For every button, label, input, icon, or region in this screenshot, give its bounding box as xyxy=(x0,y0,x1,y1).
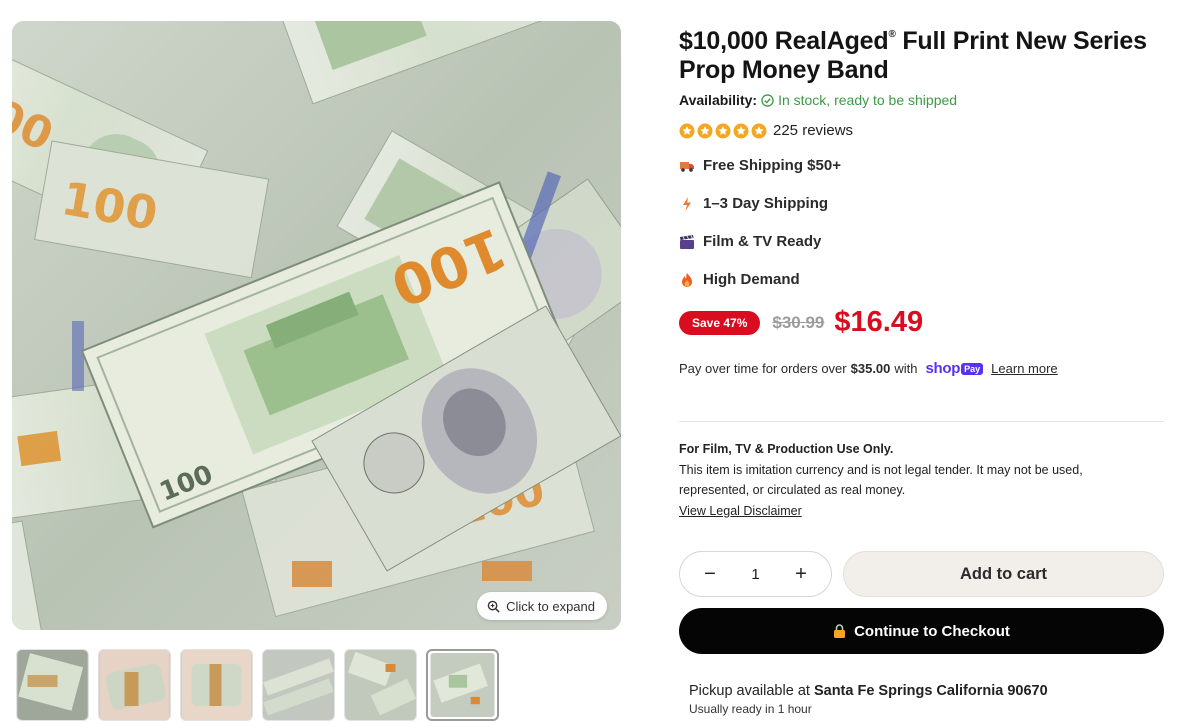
zoom-icon xyxy=(487,600,500,613)
feature-film-tv: Film & TV Ready xyxy=(679,233,821,250)
quantity-value[interactable]: 1 xyxy=(751,566,759,583)
decrease-quantity-button[interactable]: − xyxy=(700,564,720,584)
pickup-location: Santa Fe Springs California 90670 xyxy=(813,683,1048,699)
thumbnail-image xyxy=(181,650,252,720)
thumbnail-image xyxy=(17,650,88,720)
sale-price: $16.49 xyxy=(834,306,924,338)
thumbnail-image xyxy=(345,650,416,720)
lightning-icon xyxy=(683,196,691,211)
expand-image-button[interactable]: Click to expand xyxy=(477,592,607,620)
rating[interactable]: 225 reviews xyxy=(679,122,853,139)
money-pile-image: 100 100 100 100 xyxy=(12,21,621,630)
checkout-button[interactable]: Continue to Checkout xyxy=(679,608,1164,654)
availability: Availability: In stock, ready to be ship… xyxy=(679,92,957,108)
thumbnail-3[interactable] xyxy=(180,649,253,721)
thumbnail-image xyxy=(99,650,170,720)
registered-mark: ® xyxy=(888,29,896,40)
feature-label: High Demand xyxy=(703,271,800,288)
thumbnail-image xyxy=(430,653,495,717)
fire-icon xyxy=(682,272,692,287)
save-badge: Save 47% xyxy=(679,310,761,335)
feature-high-demand: High Demand xyxy=(679,271,800,288)
thumbnail-4[interactable] xyxy=(262,649,335,721)
star-icon xyxy=(733,123,749,138)
installments-suffix: with xyxy=(894,361,918,376)
view-disclaimer-link[interactable]: View Legal Disclaimer xyxy=(679,501,1159,522)
availability-label: Availability: xyxy=(679,92,758,108)
disclaimer-heading: For Film, TV & Production Use Only. xyxy=(679,442,894,456)
thumbnail-2[interactable] xyxy=(98,649,171,721)
thumbnail-1[interactable] xyxy=(16,649,89,721)
disclaimer-text-line-1: This item is imitation currency and is n… xyxy=(679,462,1083,477)
feature-fast-shipping: 1–3 Day Shipping xyxy=(679,195,828,212)
feature-label: Film & TV Ready xyxy=(703,233,822,250)
disclaimer-text-line-2: represented, or circulated as real money… xyxy=(679,483,906,497)
product-main-image[interactable]: 100 100 100 100 Click to expand xyxy=(12,21,621,630)
shop-pay-logo: shop Pay xyxy=(926,360,984,377)
feature-label: 1–3 Day Shipping xyxy=(703,195,829,212)
thumbnail-6[interactable] xyxy=(426,649,499,721)
expand-label: Click to expand xyxy=(506,598,595,614)
star-icon xyxy=(679,123,695,138)
star-icon xyxy=(697,123,713,138)
lock-icon xyxy=(834,624,846,638)
price-row: Save 47% $30.99 $16.49 xyxy=(679,306,923,339)
divider xyxy=(679,421,1164,422)
add-to-cart-button[interactable]: Add to cart xyxy=(843,551,1164,597)
clapper-icon xyxy=(680,234,694,249)
pickup-availability: Pickup available at Santa Fe Springs Cal… xyxy=(689,683,1048,699)
learn-more-link[interactable]: Learn more xyxy=(991,361,1057,376)
star-icon xyxy=(715,123,731,138)
legal-disclaimer: For Film, TV & Production Use Only. This… xyxy=(679,439,1159,521)
increase-quantity-button[interactable]: + xyxy=(791,564,811,584)
quantity-stepper: − 1 + xyxy=(679,551,832,597)
reviews-count[interactable]: 225 reviews xyxy=(773,122,853,139)
availability-value: In stock, ready to be shipped xyxy=(778,92,958,108)
installments-banner: Pay over time for orders over $35.00 wit… xyxy=(679,360,1058,377)
feature-free-shipping: Free Shipping $50+ xyxy=(679,157,841,174)
compare-price: $30.99 xyxy=(772,312,825,332)
installments-threshold: $35.00 xyxy=(850,361,891,376)
thumbnail-strip xyxy=(16,649,499,721)
pickup-note: Usually ready in 1 hour xyxy=(689,702,812,716)
installments-prefix: Pay over time for orders over xyxy=(679,361,847,376)
feature-label: Free Shipping $50+ xyxy=(703,157,841,174)
star-icon xyxy=(751,123,767,138)
checkout-label: Continue to Checkout xyxy=(854,622,1010,640)
thumbnail-image xyxy=(263,650,334,720)
check-circle-icon xyxy=(761,93,774,107)
thumbnail-5[interactable] xyxy=(344,649,417,721)
product-title: $10,000 RealAged® Full Print New Series … xyxy=(679,27,1147,84)
truck-icon xyxy=(680,161,694,172)
